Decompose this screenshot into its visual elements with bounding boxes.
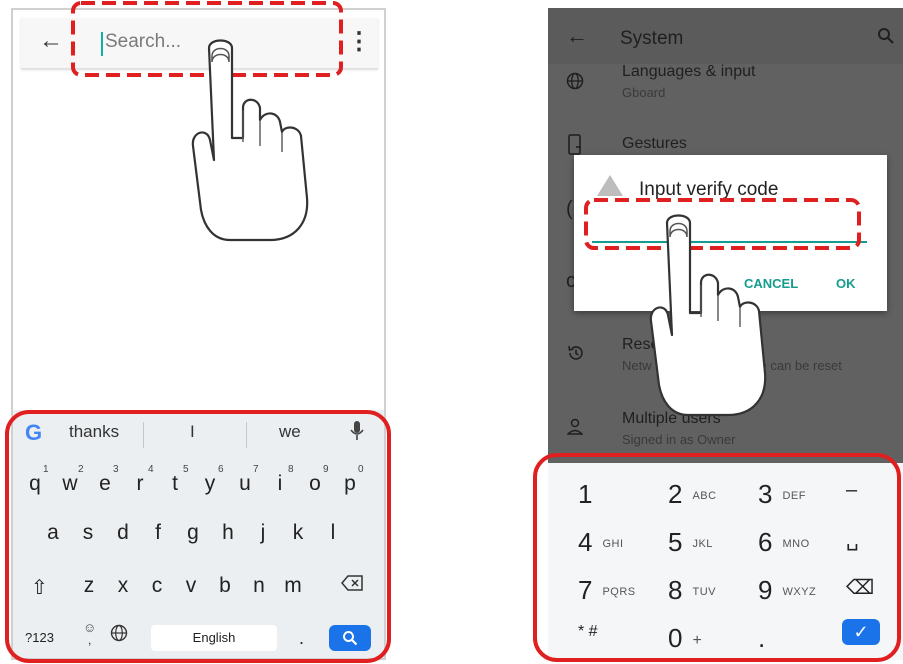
annotation-overlay [5, 1, 901, 663]
input-highlight-box [584, 198, 861, 250]
hand-pointer-icon [649, 214, 767, 417]
numpad-highlight-box [533, 453, 901, 662]
search-highlight-box [71, 1, 343, 77]
hand-pointer-icon [191, 39, 309, 242]
keyboard-highlight-box [5, 410, 391, 663]
